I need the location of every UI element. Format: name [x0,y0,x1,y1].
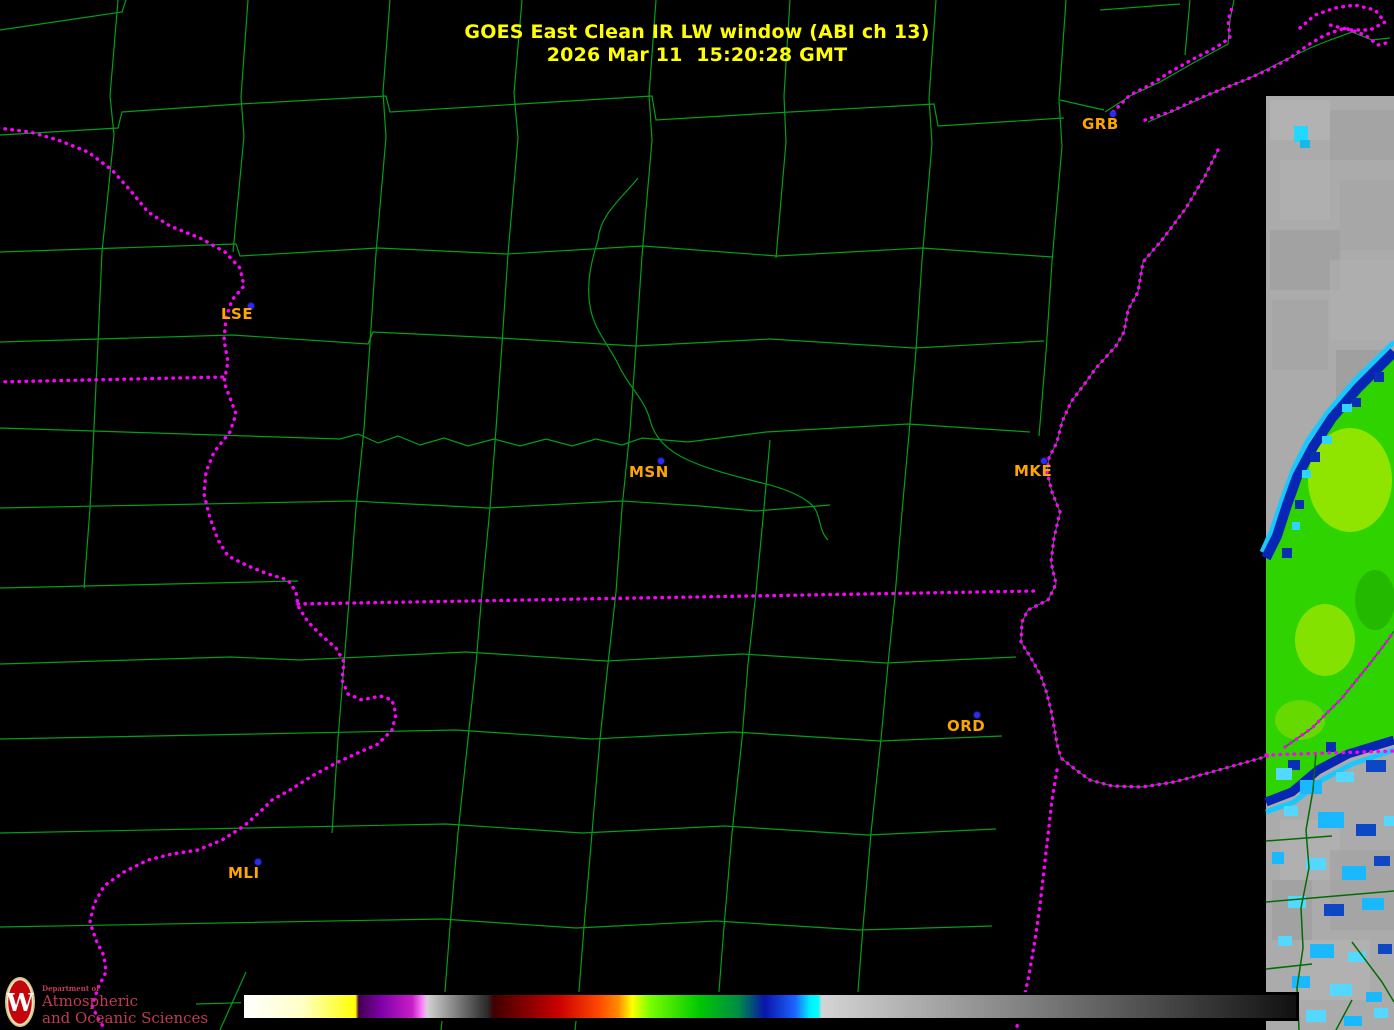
station-label: MLI [228,864,260,882]
goes-satellite-image: GOES East Clean IR LW window (ABI ch 13)… [0,0,1394,1030]
logo-line2: Atmospheric [42,992,139,1010]
station-label: MKE [1014,462,1053,480]
logo-line3: and Oceanic Sciences [42,1009,209,1027]
cloud-band [1259,96,1394,1030]
uw-aos-logo-text: Department of Atmospheric and Oceanic Sc… [42,976,208,1027]
state-borders [0,3,1394,1030]
uw-crest-icon: W [5,977,35,1027]
station-label: GRB [1082,115,1119,133]
station-label: LSE [221,305,254,323]
map-overlay [0,0,1394,1030]
crest-monogram: W [6,988,35,1017]
image-timestamp: 2026 Mar 11 15:20:28 GMT [546,44,848,66]
image-title-block: GOES East Clean IR LW window (ABI ch 13)… [0,21,1394,67]
ir-temperature-colorbar [241,992,1299,1021]
uw-aos-logo: W Department of Atmospheric and Oceanic … [4,976,208,1028]
station-label: ORD [947,717,986,735]
image-title: GOES East Clean IR LW window (ABI ch 13) [464,21,930,43]
station-label: MSN [629,463,669,481]
